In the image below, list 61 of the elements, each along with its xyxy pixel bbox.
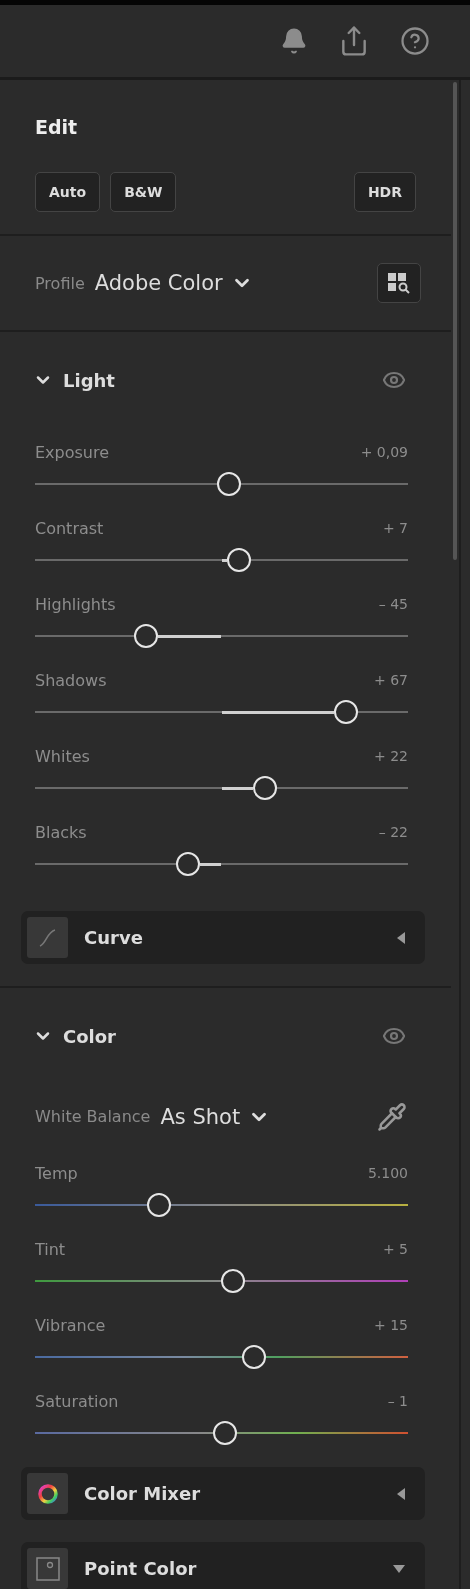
slider-thumb[interactable]: [134, 624, 159, 648]
slider-value: – 22: [378, 824, 408, 840]
card-title: Color Mixer: [84, 1483, 202, 1504]
slider-thumb[interactable]: [146, 1193, 171, 1217]
profile-value[interactable]: Adobe Color: [94, 271, 223, 295]
slider-label: Tint: [35, 1239, 66, 1259]
color-wheel-icon: [36, 1482, 59, 1505]
slider-value: – 1: [387, 1393, 408, 1409]
panel-card[interactable]: Curve: [21, 911, 425, 964]
slider-label: Vibrance: [35, 1315, 106, 1335]
slider-fill: [158, 634, 222, 638]
slider-thumb[interactable]: [226, 548, 251, 572]
scrollbar-thumb[interactable]: [453, 82, 457, 560]
slider-label: Whites: [35, 746, 90, 766]
slider-label: Highlights: [35, 594, 116, 614]
section-title[interactable]: Light: [63, 369, 115, 391]
card-title: Curve: [84, 927, 144, 948]
slider-thumb[interactable]: [253, 776, 278, 800]
point-icon: [34, 1555, 61, 1582]
bell-icon[interactable]: [280, 27, 308, 55]
slider-value: 5.100: [367, 1165, 408, 1181]
profile-label: Profile: [35, 273, 85, 293]
slider-fill: [199, 862, 222, 866]
triangle-left-icon[interactable]: [397, 1487, 405, 1500]
profile-browser-button[interactable]: [377, 263, 421, 303]
slider-label: Contrast: [35, 518, 104, 538]
slider-value: + 22: [374, 748, 408, 764]
panel-card[interactable]: Point Color: [21, 1542, 425, 1589]
slider-value: + 67: [374, 672, 408, 688]
preset-button[interactable]: B&W: [110, 172, 177, 212]
card-title: Point Color: [84, 1558, 198, 1579]
slider-value: + 0,09: [360, 444, 408, 460]
triangle-left-icon[interactable]: [397, 931, 405, 944]
slider-value: + 7: [382, 520, 408, 536]
wb-value[interactable]: As Shot: [160, 1104, 241, 1129]
panel-title: Edit: [34, 115, 79, 140]
slider-thumb[interactable]: [212, 1421, 237, 1445]
slider-fill: [221, 558, 227, 562]
triangle-down-icon[interactable]: [393, 1564, 405, 1573]
section-title[interactable]: Color: [63, 1025, 116, 1047]
slider-thumb[interactable]: [216, 472, 241, 496]
slider-thumb[interactable]: [175, 852, 200, 876]
slider-label: Blacks: [35, 822, 87, 842]
slider-value: + 5: [382, 1241, 408, 1257]
slider-label: Saturation: [35, 1391, 119, 1411]
help-icon[interactable]: [400, 26, 430, 56]
slider-thumb[interactable]: [334, 700, 359, 724]
slider-value: – 45: [378, 596, 408, 612]
eyedropper-icon[interactable]: [377, 1101, 407, 1132]
slider-thumb[interactable]: [241, 1345, 266, 1369]
slider-label: Exposure: [35, 442, 110, 462]
slider-label: Temp: [35, 1163, 78, 1183]
slider-thumb[interactable]: [220, 1269, 245, 1293]
grid-search-icon: [387, 272, 411, 294]
wb-label: White Balance: [35, 1107, 151, 1126]
preset-button[interactable]: Auto: [35, 172, 101, 212]
slider-value: + 15: [374, 1317, 408, 1333]
slider-label: Shadows: [35, 670, 107, 690]
preset-button[interactable]: HDR: [353, 172, 416, 212]
slider-fill: [221, 786, 254, 790]
panel-card[interactable]: Color Mixer: [21, 1467, 425, 1520]
